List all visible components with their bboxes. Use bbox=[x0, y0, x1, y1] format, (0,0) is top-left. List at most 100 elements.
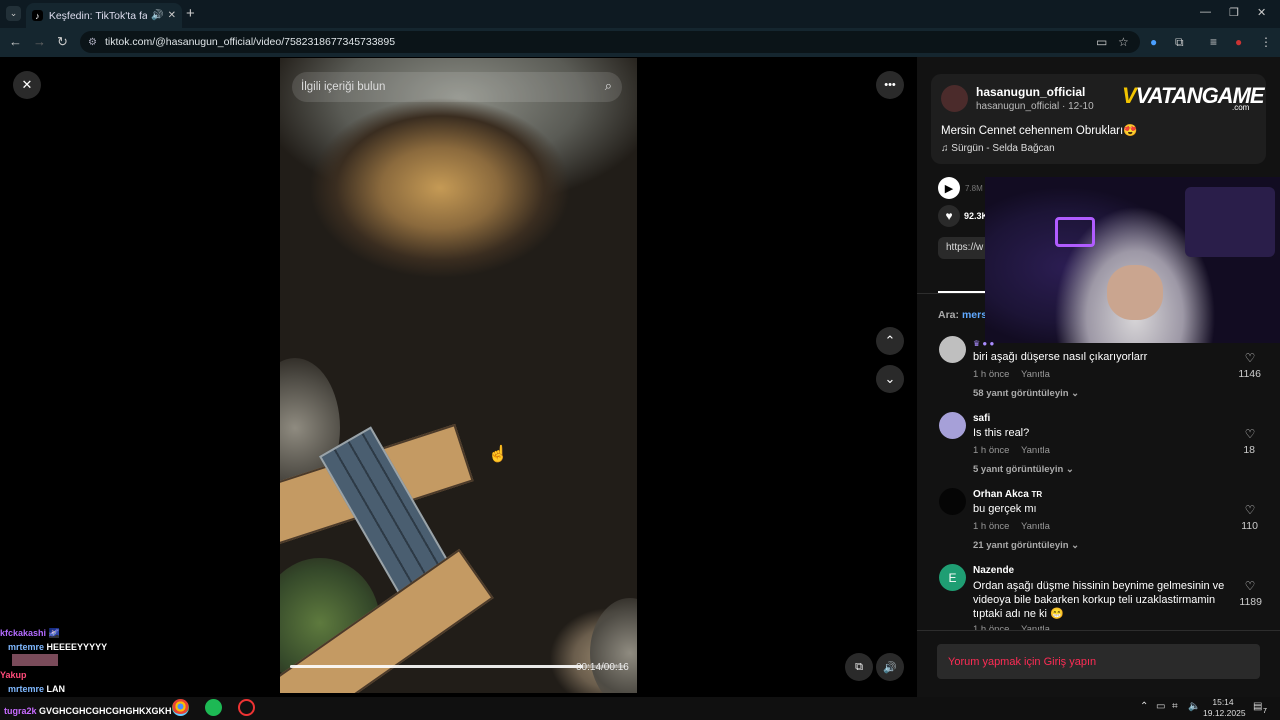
login-to-comment-button[interactable]: Yorum yapmak için Giriş yapın bbox=[937, 644, 1260, 679]
author-avatar[interactable] bbox=[941, 85, 968, 112]
video-player[interactable] bbox=[280, 58, 637, 693]
comment-text: Ordan aşağı düşme hissinin beynime gelme… bbox=[973, 580, 1225, 620]
stream-chat-overlay: kfckakashi 🌌 mrtemre HEEEEYYYYY Yakup mr… bbox=[0, 626, 220, 696]
reply-button[interactable]: Yanıtla bbox=[1021, 369, 1050, 380]
comment-heart-icon[interactable]: ♡ bbox=[1235, 503, 1265, 517]
comment-like-count: 18 bbox=[1243, 444, 1255, 456]
view-replies-button[interactable]: 5 yanıt görüntüleyin ⌄ bbox=[973, 464, 1074, 475]
tiktok-icon: ♪ bbox=[32, 10, 43, 21]
windows-taskbar bbox=[0, 697, 1280, 720]
volume-tray-icon[interactable]: 🔈 bbox=[1188, 701, 1200, 712]
search-icon[interactable]: ⌕ bbox=[605, 78, 612, 94]
comment-heart-icon[interactable]: ♡ bbox=[1235, 427, 1265, 441]
more-options-button[interactable]: ••• bbox=[876, 71, 904, 99]
comment-username[interactable]: Nazende bbox=[973, 565, 1014, 576]
comment-avatar[interactable] bbox=[939, 488, 966, 515]
vatangame-v: V bbox=[1122, 83, 1137, 108]
url-text: tiktok.com/@hasanugun_official/video/758… bbox=[104, 36, 396, 48]
site-info-icon[interactable]: ⚙ bbox=[88, 37, 97, 48]
comment-avatar[interactable] bbox=[939, 336, 966, 363]
comment-username[interactable]: Orhan Akca TR bbox=[973, 489, 1042, 500]
install-app-icon[interactable]: ▭ bbox=[1096, 35, 1107, 49]
reload-icon[interactable]: ↻ bbox=[57, 34, 68, 50]
minimize-button[interactable]: — bbox=[1200, 6, 1211, 18]
tray-display-icon[interactable]: ▭ bbox=[1156, 701, 1165, 712]
comment-heart-icon[interactable]: ♡ bbox=[1235, 579, 1265, 593]
video-caption: Mersin Cennet cehennem Obrukları😍 bbox=[941, 125, 1138, 137]
tray-overflow-icon[interactable]: ⌃ bbox=[1140, 701, 1148, 712]
heart-icon[interactable]: ♥ bbox=[938, 205, 960, 227]
forward-icon[interactable]: → bbox=[33, 34, 46, 49]
related-search[interactable]: Ara: mers bbox=[938, 309, 987, 321]
reply-button[interactable]: Yanıtla bbox=[1021, 445, 1050, 456]
profile-avatar[interactable]: ● bbox=[1235, 35, 1242, 49]
chevron-up-icon: ⌃ bbox=[884, 333, 896, 348]
notification-icon[interactable]: ▤ bbox=[1253, 701, 1262, 712]
pip-icon: ⧉ bbox=[855, 660, 863, 673]
new-tab-button[interactable]: + bbox=[186, 5, 195, 22]
play-icon[interactable]: ▶ bbox=[938, 177, 960, 199]
comment-badges: ♛ ● ● bbox=[973, 339, 995, 348]
video-search-box[interactable]: İlgili içeriği bulun ⌕ bbox=[292, 72, 622, 102]
address-bar[interactable]: ⚙ tiktok.com/@hasanugun_official/video/7… bbox=[80, 31, 1140, 53]
comment-avatar[interactable] bbox=[939, 412, 966, 439]
tab-list-button[interactable]: ⌄ bbox=[6, 6, 21, 21]
comment-like-count: 1189 bbox=[1239, 596, 1262, 608]
comment-avatar[interactable]: E bbox=[939, 564, 966, 591]
music-note-icon: ♫ bbox=[941, 143, 949, 154]
extensions-puzzle-icon[interactable]: ⧉ bbox=[1175, 35, 1184, 50]
chat-emote-image bbox=[12, 654, 58, 666]
streamer-webcam bbox=[985, 177, 1280, 343]
speaker-icon[interactable]: 🔊 bbox=[151, 10, 163, 21]
bookmark-star-icon[interactable]: ☆ bbox=[1118, 35, 1129, 49]
video-timecode: 00:14/00:16 bbox=[576, 662, 629, 673]
video-search-placeholder: İlgili içeriği bulun bbox=[301, 81, 386, 93]
chat-line bbox=[0, 654, 220, 668]
network-icon[interactable]: ⌗ bbox=[1172, 701, 1178, 712]
extension-icon[interactable]: ● bbox=[1150, 35, 1157, 49]
streamer-face bbox=[1107, 265, 1163, 320]
vatangame-suffix: .com bbox=[1232, 103, 1250, 112]
back-icon[interactable]: ← bbox=[9, 34, 22, 49]
app-icon[interactable] bbox=[238, 699, 255, 716]
volume-button[interactable]: 🔊 bbox=[876, 653, 904, 681]
view-replies-button[interactable]: 21 yanıt görüntüleyin ⌄ bbox=[973, 540, 1079, 551]
next-video-button[interactable]: ⌄ bbox=[876, 365, 904, 393]
chrome-icon[interactable] bbox=[172, 699, 189, 716]
comment-text: Is this real? bbox=[973, 427, 1030, 439]
comment-heart-icon[interactable]: ♡ bbox=[1235, 351, 1265, 365]
chat-emote-icon: 🌌 bbox=[48, 628, 60, 638]
comment-username[interactable]: safi bbox=[973, 413, 990, 424]
previous-video-button[interactable]: ⌃ bbox=[876, 327, 904, 355]
comment-like-count: 110 bbox=[1241, 520, 1258, 532]
neon-lamp bbox=[1055, 217, 1095, 247]
menu-kebab-icon[interactable]: ⋮ bbox=[1260, 35, 1272, 49]
pip-button[interactable]: ⧉ bbox=[845, 653, 873, 681]
reply-button[interactable]: Yanıtla bbox=[1021, 521, 1050, 532]
comment-text: biri aşağı düşerse nasıl çıkarıyorlarr bbox=[973, 351, 1148, 363]
comment-time: 1 h önce bbox=[973, 521, 1010, 532]
window-close-button[interactable]: ✕ bbox=[1257, 6, 1266, 19]
tab-close-icon[interactable]: ✕ bbox=[168, 10, 176, 21]
clock-time: 15:14 bbox=[1212, 697, 1234, 707]
comment-time: 1 h önce bbox=[973, 445, 1010, 456]
chat-line: tugra2k GVGHCGHCGHCGHGHKXGKH bbox=[4, 706, 172, 716]
progress-fill bbox=[290, 665, 584, 668]
chat-line: kfckakashi 🌌 bbox=[0, 628, 60, 638]
close-video-button[interactable]: ✕ bbox=[13, 71, 41, 99]
more-icon: ••• bbox=[884, 79, 896, 91]
author-username[interactable]: hasanugun_official bbox=[976, 85, 1085, 99]
media-control-icon[interactable]: ≡ bbox=[1210, 35, 1217, 49]
view-replies-button[interactable]: 58 yanıt görüntüleyin ⌄ bbox=[973, 388, 1079, 399]
restore-button[interactable]: ❐ bbox=[1229, 6, 1239, 19]
tab-tiktok[interactable]: ♪ Keşfedin: TikTok'ta favori vi 🔊 ✕ bbox=[26, 3, 182, 28]
video-link-text: https://w bbox=[946, 242, 984, 253]
close-icon: ✕ bbox=[21, 77, 33, 92]
spotify-icon[interactable] bbox=[205, 699, 222, 716]
chat-line: mrtemre LAN bbox=[8, 684, 66, 694]
clock[interactable]: 15:14 19.12.2025 bbox=[1203, 697, 1246, 719]
login-prompt-text: Yorum yapmak için Giriş yapın bbox=[948, 655, 1097, 668]
related-search-query: mers bbox=[961, 309, 988, 321]
music-title: Sürgün - Selda Bağcan bbox=[951, 143, 1055, 154]
music-row[interactable]: ♫ Sürgün - Selda Bağcan bbox=[941, 143, 1055, 154]
